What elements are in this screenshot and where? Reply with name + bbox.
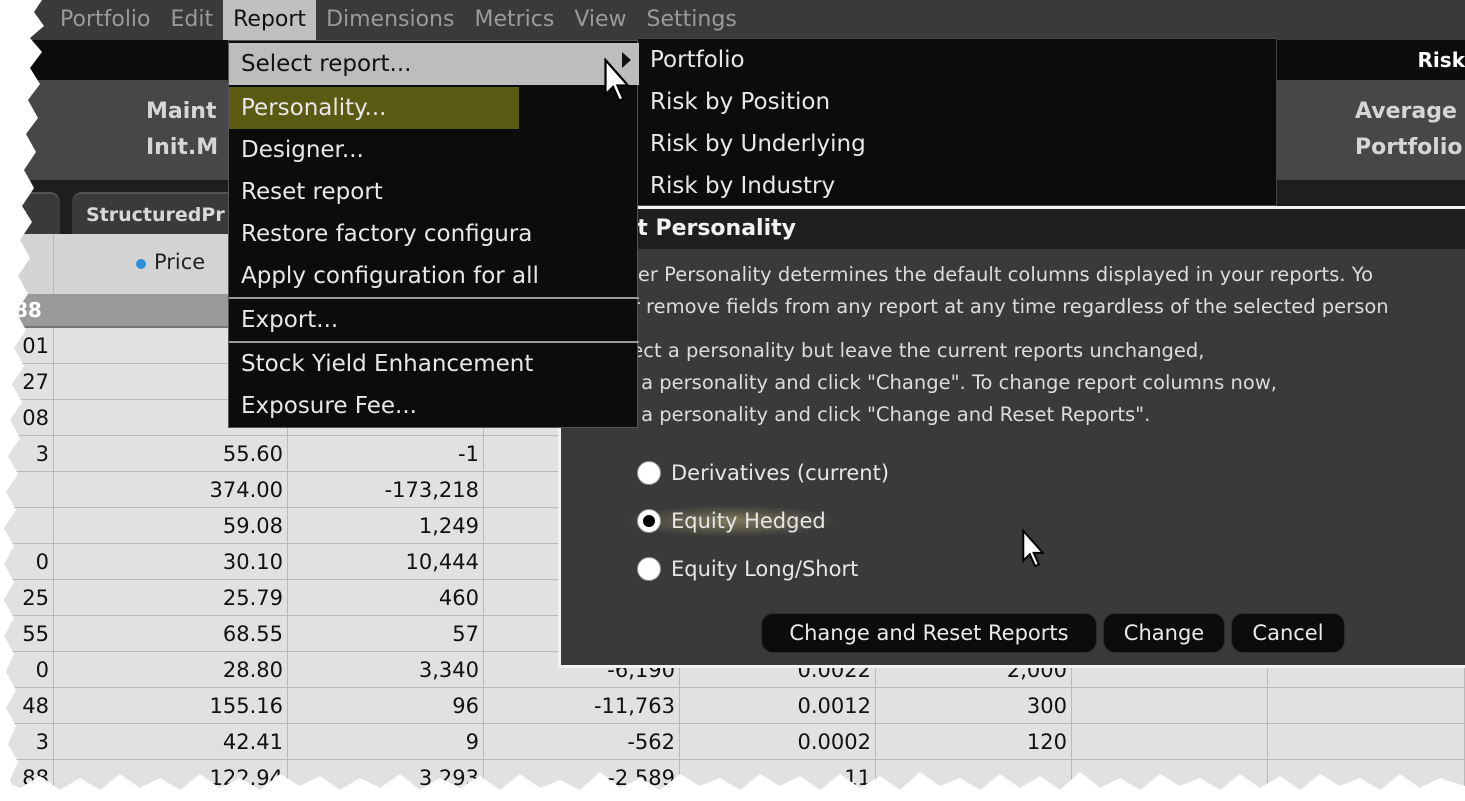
summary-right: Average Portfolio xyxy=(1355,94,1463,166)
risk-title: Risk xyxy=(1417,48,1465,72)
submenu-item-risk-by-industry[interactable]: Risk by Industry xyxy=(638,165,835,207)
table-cell: 1,249 xyxy=(288,508,484,544)
torn-edge-bottom xyxy=(0,772,1465,801)
table-cell xyxy=(1268,724,1465,760)
select-personality-dialog: Select Personality A Trader Personality … xyxy=(558,206,1465,668)
table-cell: 0.0012 xyxy=(680,688,876,724)
radio-derivatives[interactable]: Derivatives (current) xyxy=(637,457,889,489)
radio-label: Derivatives (current) xyxy=(671,461,890,485)
dialog-intro-line-1: A Trader Personality determines the defa… xyxy=(577,263,1374,286)
menu-item-personality[interactable]: Personality... xyxy=(229,87,519,129)
table-cell: 0.0002 xyxy=(680,724,876,760)
table-cell: 9 xyxy=(288,724,484,760)
radio-equity-long-short[interactable]: Equity Long/Short xyxy=(637,553,858,585)
table-cell: 55.60 xyxy=(54,436,288,472)
table-cell: -1 xyxy=(288,436,484,472)
menu-edit[interactable]: Edit xyxy=(161,0,224,40)
dialog-instr-line-1: To select a personality but leave the cu… xyxy=(577,339,1205,362)
change-button[interactable]: Change xyxy=(1103,613,1225,653)
submenu-item-portfolio[interactable]: Portfolio xyxy=(638,39,745,81)
menu-item-designer[interactable]: Designer... xyxy=(229,129,639,171)
report-menu: Select report... Personality... Designer… xyxy=(228,40,639,428)
dialog-intro-line-2: add or remove fields from any report at … xyxy=(577,295,1389,318)
menu-item-exposure-fee[interactable]: Exposure Fee... xyxy=(229,385,639,427)
table-cell: 57 xyxy=(288,616,484,652)
table-cell xyxy=(1268,688,1465,724)
menu-item-stock-yield[interactable]: Stock Yield Enhancement xyxy=(229,343,639,385)
summary-left: Maint Init.M xyxy=(146,94,218,166)
table-cell: -173,218 xyxy=(288,472,484,508)
table-cell: -562 xyxy=(484,724,680,760)
table-cell: 59.08 xyxy=(54,508,288,544)
table-cell: 155.16 xyxy=(54,688,288,724)
table-cell: 42.41 xyxy=(54,724,288,760)
menu-portfolio[interactable]: Portfolio xyxy=(50,0,161,40)
table-cell: 96 xyxy=(288,688,484,724)
menu-report[interactable]: Report xyxy=(223,0,317,40)
table-cell: 3,340 xyxy=(288,652,484,688)
menu-item-reset-report[interactable]: Reset report xyxy=(229,171,639,213)
table-cell: -11,763 xyxy=(484,688,680,724)
menubar: Portfolio Edit Report Dimensions Metrics… xyxy=(0,0,1465,40)
menu-settings[interactable]: Settings xyxy=(637,0,747,40)
radio-button-checked[interactable] xyxy=(637,509,661,533)
table-cell: 374.00 xyxy=(54,472,288,508)
summary-portfolio-label: Portfolio xyxy=(1355,135,1463,160)
submenu-item-risk-by-underlying[interactable]: Risk by Underlying xyxy=(638,123,866,165)
summary-maint-label: Maint xyxy=(146,99,217,124)
table-row[interactable]: 3 42.41 9 -562 0.0002 120 xyxy=(0,724,1465,760)
summary-average-label: Average xyxy=(1355,99,1457,124)
menu-dimensions[interactable]: Dimensions xyxy=(316,0,464,40)
menu-metrics[interactable]: Metrics xyxy=(464,0,564,40)
menu-view[interactable]: View xyxy=(564,0,636,40)
torn-edge-left xyxy=(0,0,44,801)
table-cell: 25.79 xyxy=(54,580,288,616)
submenu-item-risk-by-position[interactable]: Risk by Position xyxy=(638,81,830,123)
table-cell: 300 xyxy=(876,688,1072,724)
app-window: Portfolio Edit Report Dimensions Metrics… xyxy=(0,0,1465,801)
menu-item-export[interactable]: Export... xyxy=(229,299,639,341)
menu-item-apply-configuration[interactable]: Apply configuration for all xyxy=(229,255,639,297)
table-cell: 28.80 xyxy=(54,652,288,688)
select-report-submenu: Portfolio Risk by Position Risk by Under… xyxy=(637,38,1277,206)
table-cell: 68.55 xyxy=(54,616,288,652)
cancel-button[interactable]: Cancel xyxy=(1231,613,1345,653)
radio-equity-hedged[interactable]: Equity Hedged xyxy=(623,505,840,537)
radio-button[interactable] xyxy=(637,557,661,581)
table-cell: 120 xyxy=(876,724,1072,760)
table-cell xyxy=(1072,724,1268,760)
table-cell: 10,444 xyxy=(288,544,484,580)
radio-label: Equity Long/Short xyxy=(671,557,859,581)
menu-item-restore-factory[interactable]: Restore factory configura xyxy=(229,213,639,255)
radio-label: Equity Hedged xyxy=(671,509,826,533)
price-label: Price xyxy=(154,250,206,274)
table-cell: 460 xyxy=(288,580,484,616)
menu-item-select-report[interactable]: Select report... xyxy=(229,43,639,85)
table-cell xyxy=(1072,688,1268,724)
dialog-title: Select Personality xyxy=(561,209,1465,249)
dialog-instr-line-2: select a personality and click "Change".… xyxy=(577,371,1277,394)
dialog-instr-line-3: select a personality and click "Change a… xyxy=(577,403,1151,426)
summary-init-label: Init.M xyxy=(146,135,219,160)
radio-button[interactable] xyxy=(637,461,661,485)
table-row[interactable]: 48 155.16 96 -11,763 0.0012 300 xyxy=(0,688,1465,724)
tab-structured-products[interactable]: StructuredPr xyxy=(72,192,242,234)
table-cell: 30.10 xyxy=(54,544,288,580)
change-and-reset-button[interactable]: Change and Reset Reports xyxy=(761,613,1097,653)
sort-dot-icon xyxy=(136,259,146,269)
